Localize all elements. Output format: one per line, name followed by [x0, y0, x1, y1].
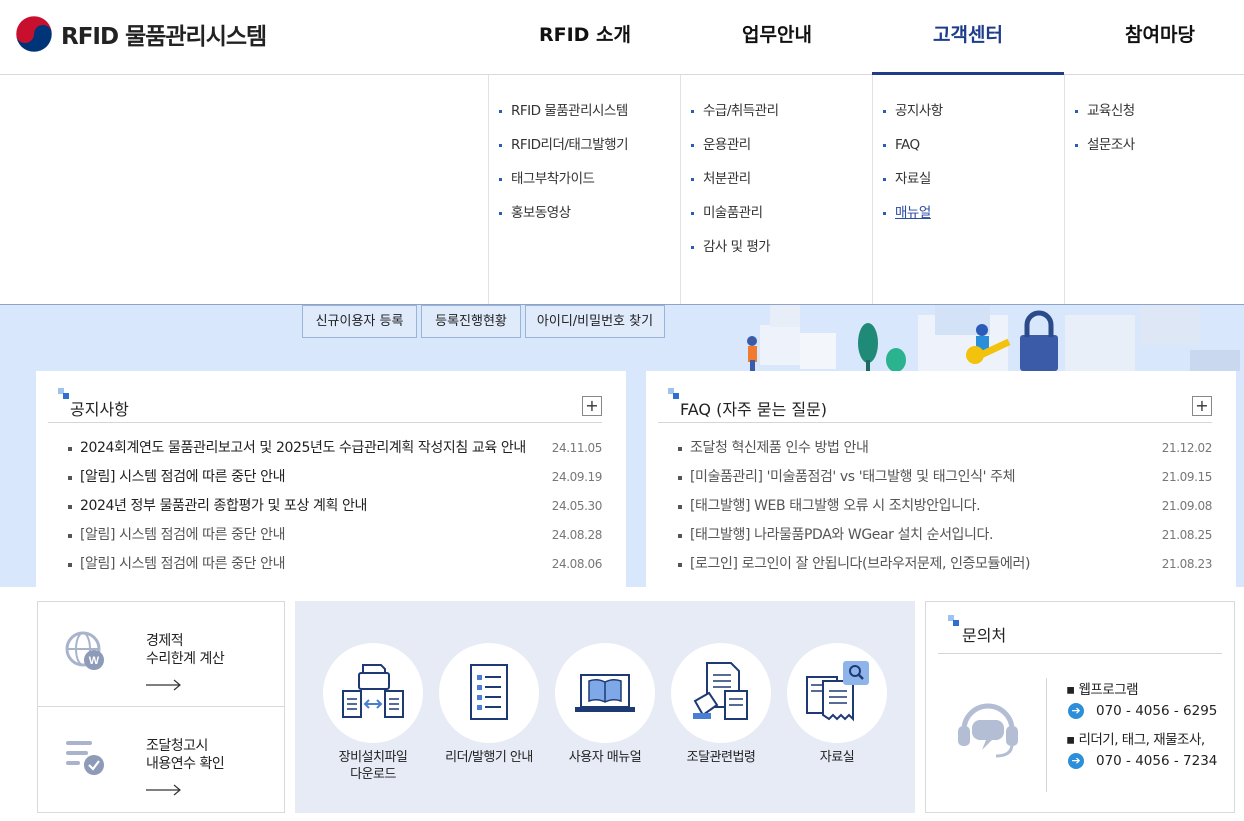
nav-participation[interactable]: 참여마당	[1110, 0, 1210, 75]
law-document-icon	[693, 662, 748, 720]
section-mark-icon	[668, 388, 679, 399]
notice-item[interactable]: 2024회계연도 물품관리보고서 및 2025년도 수급관리계획 작성지침 교육…	[66, 438, 602, 467]
quick-menu-label: 자료실	[819, 750, 855, 765]
faq-item[interactable]: [태그발행] WEB 태그발행 오류 시 조치방안입니다. 21.09.08	[676, 496, 1212, 525]
quick-menu-archive[interactable]: 자료실	[787, 643, 887, 766]
notice-more-button[interactable]: +	[582, 396, 602, 416]
headset-icon	[958, 703, 1018, 758]
menu-rfid-reader[interactable]: RFID리더/태그발행기	[499, 135, 680, 169]
faq-item[interactable]: 조달청 혁신제품 인수 방법 안내 21.12.02	[676, 438, 1212, 467]
taegeuk-logo-icon	[15, 15, 53, 53]
quick-menu-label: 사용자 매뉴얼	[568, 750, 642, 765]
arrow-right-circle-icon: ➔	[1068, 753, 1084, 769]
useful-life-text: 조달청고시 내용연수 확인	[146, 738, 225, 772]
divider	[658, 422, 1212, 423]
checklist-icon	[66, 741, 104, 775]
hardware-label: ▪ 리더기, 태그, 재물조사,	[1066, 732, 1205, 748]
quick-menu-box: 장비설치파일 다운로드 리더/발행기 안내 사용자 매뉴얼 조달관련법령 자료실	[295, 601, 915, 813]
notice-item[interactable]: [알림] 시스템 점검에 따른 중단 안내 24.09.19	[66, 467, 602, 496]
arrow-right-circle-icon: ➔	[1068, 703, 1084, 719]
notice-board: 공지사항 + 2024회계연도 물품관리보고서 및 2025년도 수급관리계획 …	[36, 371, 626, 587]
divider	[1046, 678, 1047, 792]
faq-title: FAQ (자주 묻는 질문)	[680, 400, 828, 419]
quick-menu-user-manual[interactable]: 사용자 매뉴얼	[555, 643, 655, 766]
faq-list: 조달청 혁신제품 인수 방법 안내 21.12.02 [미술품관리] '미술품점검…	[676, 438, 1212, 583]
menu-survey[interactable]: 설문조사	[1075, 135, 1244, 169]
notice-item[interactable]: [알림] 시스템 점검에 따른 중단 안내 24.08.06	[66, 554, 602, 583]
site-logo[interactable]: RFID 물품관리시스템	[15, 15, 267, 53]
quick-menu-circle	[787, 643, 887, 743]
nav-customer-center[interactable]: 고객센터	[872, 0, 1064, 75]
nav-work-guide[interactable]: 업무안내	[727, 0, 827, 75]
mega-menu: RFID 물품관리시스템 RFID리더/태그발행기 태그부착가이드 홍보동영상 …	[0, 75, 1244, 305]
divider	[938, 653, 1222, 654]
hardware-phone[interactable]: ➔ 070 - 4056 - 7234	[1068, 753, 1217, 769]
notice-list: 2024회계연도 물품관리보고서 및 2025년도 수급관리계획 작성지침 교육…	[66, 438, 602, 583]
section-mark-icon	[948, 615, 959, 626]
document-list-icon	[470, 664, 508, 720]
nav-rfid-intro[interactable]: RFID 소개	[535, 0, 635, 75]
notice-item[interactable]: [알림] 시스템 점검에 따른 중단 안내 24.08.28	[66, 525, 602, 554]
registration-status-button[interactable]: 등록진행현황	[421, 305, 521, 338]
menu-archive[interactable]: 자료실	[883, 169, 1064, 203]
menu-rfid-system[interactable]: RFID 물품관리시스템	[499, 101, 680, 135]
quick-menu-label: 장비설치파일 다운로드	[338, 750, 408, 782]
quick-menu-circle	[555, 643, 655, 743]
menu-operation[interactable]: 운용관리	[691, 135, 872, 169]
menu-artwork[interactable]: 미술품관리	[691, 203, 872, 237]
contact-title: 문의처	[962, 626, 1007, 645]
divider	[48, 422, 602, 423]
mega-col-work: 수급/취득관리 운용관리 처분관리 미술품관리 감사 및 평가	[680, 75, 872, 304]
contact-box: 문의처 ▪ 웹프로그램 ➔ 070 - 4056 - 6295 ▪ 리더기, 태…	[925, 601, 1235, 813]
menu-notice[interactable]: 공지사항	[883, 101, 1064, 135]
faq-more-button[interactable]: +	[1192, 396, 1212, 416]
useful-life-check-link[interactable]: 조달청고시 내용연수 확인	[38, 707, 284, 812]
menu-disposal[interactable]: 처분관리	[691, 169, 872, 203]
logo-text: RFID 물품관리시스템	[61, 24, 267, 50]
calculator-box: W 경제적 수리한계 계산 조달청고시 내용연수 확인	[37, 601, 285, 813]
new-user-register-button[interactable]: 신규이용자 등록	[302, 305, 417, 338]
web-program-phone[interactable]: ➔ 070 - 4056 - 6295	[1068, 703, 1217, 719]
menu-acquisition[interactable]: 수급/취득관리	[691, 101, 872, 135]
quick-menu-circle	[671, 643, 771, 743]
menu-promo-video[interactable]: 홍보동영상	[499, 203, 680, 237]
menu-education[interactable]: 교육신청	[1075, 101, 1244, 135]
repair-limit-calculator-link[interactable]: W 경제적 수리한계 계산	[38, 602, 284, 707]
mega-col-participation: 교육신청 설문조사	[1064, 75, 1244, 304]
quick-menu-label: 조달관련법령	[686, 750, 756, 765]
quick-menu-circle	[323, 643, 423, 743]
quick-menu-reader-guide[interactable]: 리더/발행기 안내	[439, 643, 539, 766]
quick-menu-install-files[interactable]: 장비설치파일 다운로드	[323, 643, 423, 783]
arrow-right-icon	[146, 679, 181, 691]
hero-illustration-icon	[747, 305, 1240, 371]
repair-limit-text: 경제적 수리한계 계산	[146, 633, 225, 667]
quick-menu-label: 리더/발행기 안내	[445, 750, 533, 765]
page: RFID 물품관리시스템 RFID 소개 업무안내 고객센터 참여마당 RFID…	[0, 0, 1244, 821]
quick-menu-circle	[439, 643, 539, 743]
arrow-right-icon	[146, 784, 181, 796]
menu-manual[interactable]: 매뉴얼	[883, 203, 1064, 237]
quick-menu-procurement-law[interactable]: 조달관련법령	[671, 643, 771, 766]
faq-item[interactable]: [태그발행] 나라물품PDA와 WGear 설치 순서입니다. 21.08.25	[676, 525, 1212, 554]
site-header: RFID 물품관리시스템 RFID 소개 업무안내 고객센터 참여마당	[0, 0, 1244, 75]
svg-text:W: W	[89, 655, 100, 667]
mega-col-customer: 공지사항 FAQ 자료실 매뉴얼	[872, 75, 1064, 304]
globe-won-icon: W	[65, 631, 104, 670]
faq-item[interactable]: [로그인] 로그인이 잘 안됩니다(브라우저문제, 인증모듈에러) 21.08.2…	[676, 554, 1212, 583]
mega-col-rfid: RFID 물품관리시스템 RFID리더/태그발행기 태그부착가이드 홍보동영상	[488, 75, 680, 304]
web-program-label: ▪ 웹프로그램	[1066, 682, 1139, 698]
notice-item[interactable]: 2024년 정부 물품관리 종합평가 및 포상 계획 안내 24.05.30	[66, 496, 602, 525]
section-mark-icon	[58, 388, 69, 399]
faq-board: FAQ (자주 묻는 질문) + 조달청 혁신제품 인수 방법 안내 21.12.…	[646, 371, 1236, 587]
menu-audit[interactable]: 감사 및 평가	[691, 237, 872, 271]
file-transfer-icon	[342, 664, 404, 718]
search-document-icon	[806, 661, 869, 722]
notice-title: 공지사항	[70, 400, 129, 419]
menu-tag-guide[interactable]: 태그부착가이드	[499, 169, 680, 203]
find-id-password-button[interactable]: 아이디/비밀번호 찾기	[525, 305, 665, 338]
faq-item[interactable]: [미술품관리] '미술품점검' vs '태그발행 및 태그인식' 주체 21.09…	[676, 467, 1212, 496]
laptop-book-icon	[575, 674, 635, 712]
menu-faq[interactable]: FAQ	[883, 135, 1064, 169]
